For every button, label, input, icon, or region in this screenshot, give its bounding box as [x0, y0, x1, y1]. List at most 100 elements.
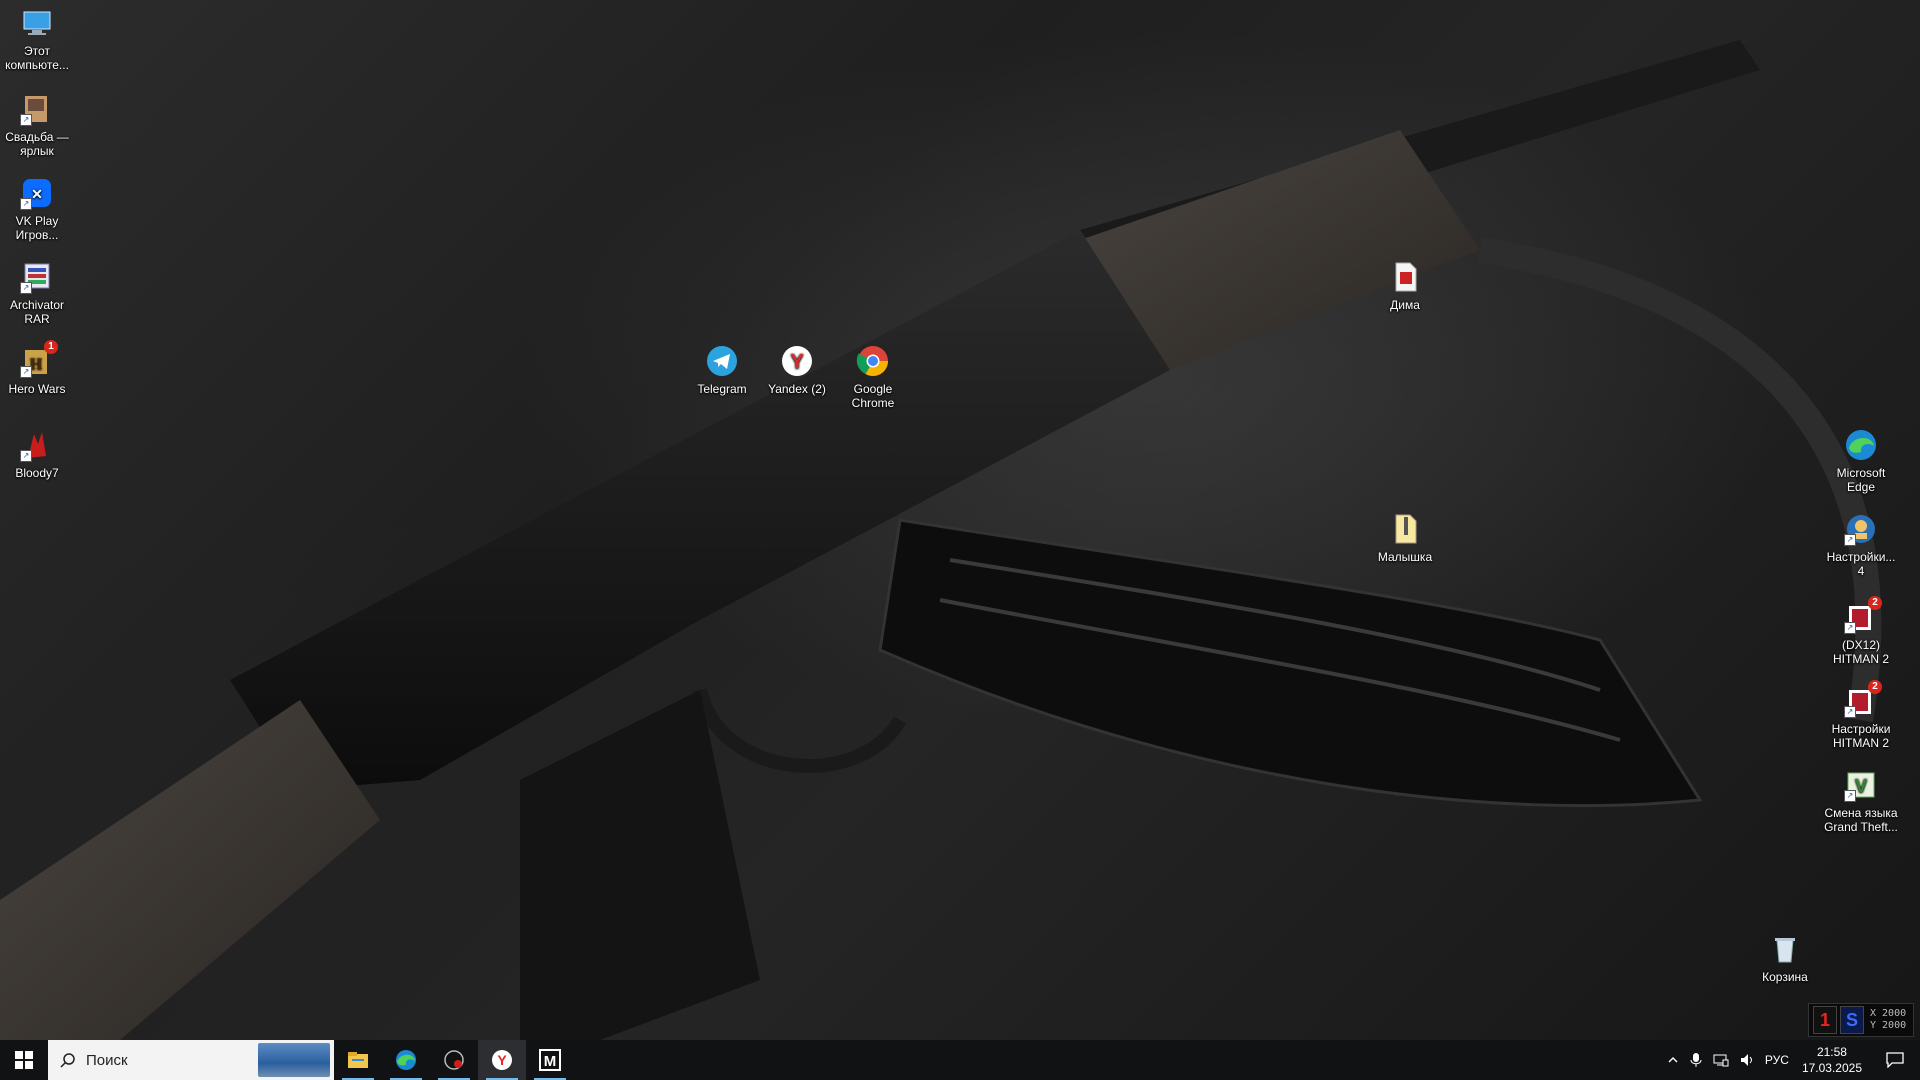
- desktop-icon-label: (DX12) HITMAN 2: [1832, 638, 1889, 666]
- desktop-icon-dima[interactable]: Дима: [1368, 260, 1442, 312]
- shortcut-arrow-icon: ↗: [20, 114, 32, 126]
- microphone-icon: [1690, 1053, 1702, 1067]
- widget-blue-mark: S: [1840, 1006, 1864, 1034]
- telegram-icon: [705, 344, 739, 378]
- desktop-icon-wedding-shortcut[interactable]: ↗ Свадьба — ярлык: [0, 92, 74, 158]
- desktop-icon-label: Дима: [1390, 298, 1420, 312]
- taskbar-file-explorer[interactable]: [334, 1040, 382, 1080]
- search-placeholder: Поиск: [86, 1051, 128, 1069]
- desktop-icon-label: Yandex (2): [768, 382, 826, 396]
- tray-microphone[interactable]: [1684, 1040, 1708, 1080]
- widget-y-readout: Y 2000: [1870, 1020, 1907, 1031]
- file-explorer-icon: [348, 1052, 368, 1068]
- shortcut-arrow-icon: ↗: [1844, 790, 1856, 802]
- shortcut-arrow-icon: ↗: [1844, 622, 1856, 634]
- hitman2-settings-icon: 2 ↗: [1844, 680, 1882, 718]
- svg-text:V: V: [1855, 776, 1867, 796]
- edge-icon: [396, 1050, 416, 1070]
- taskbar-edge[interactable]: [382, 1040, 430, 1080]
- desktop-icon-label: Google Chrome: [851, 382, 895, 410]
- folder-shortcut-icon: ↗: [20, 92, 54, 126]
- desktop-icon-label: Смена языка Grand Theft...: [1824, 806, 1898, 834]
- shortcut-arrow-icon: ↗: [1844, 534, 1856, 546]
- desktop-icon-label: Bloody7: [15, 466, 59, 480]
- this-pc-icon: [20, 6, 54, 40]
- desktop-icon-archivator-rar[interactable]: ↗ Archivator RAR: [0, 260, 74, 326]
- shortcut-arrow-icon: ↗: [20, 198, 32, 210]
- pdf-document-icon: [1388, 260, 1422, 294]
- notification-badge: 1: [44, 340, 58, 354]
- search-highlight-image: [258, 1043, 330, 1077]
- desktop-icon-label: Настройки HITMAN 2: [1831, 722, 1891, 750]
- desktop-icon-label: Telegram: [697, 382, 747, 396]
- desktop[interactable]: Этот компьюте... ↗ Свадьба — ярлык ✕ ↗ V…: [0, 0, 1920, 1080]
- clock-time: 21:58: [1816, 1045, 1847, 1059]
- yandex-browser-icon: Y: [492, 1050, 512, 1070]
- search-icon: [60, 1053, 75, 1068]
- fallout-settings-icon: ↗: [1844, 512, 1878, 546]
- winrar-icon: ↗: [20, 260, 54, 294]
- desktop-icon-settings-4[interactable]: ↗ Настройки... 4: [1824, 512, 1898, 578]
- tray-volume[interactable]: [1734, 1040, 1760, 1080]
- notification-center-icon: [1886, 1052, 1904, 1068]
- yandex-browser-icon: Y: [780, 344, 814, 378]
- desktop-icon-google-chrome[interactable]: Google Chrome: [836, 344, 910, 410]
- desktop-icon-hitman2-settings[interactable]: 2 ↗ Настройки HITMAN 2: [1824, 680, 1898, 750]
- desktop-icon-label: Корзина: [1762, 970, 1808, 984]
- chrome-icon: [856, 344, 890, 378]
- taskbar-bloody[interactable]: [430, 1040, 478, 1080]
- system-tray: РУС 21:58 17.03.2025: [1662, 1040, 1920, 1080]
- edge-icon: [1844, 428, 1878, 462]
- taskbar-yandex[interactable]: Y: [478, 1040, 526, 1080]
- taskbar: Поиск Y M РУС 21:58 17.03.2025: [0, 1040, 1920, 1080]
- desktop-icon-this-pc[interactable]: Этот компьюте...: [0, 6, 74, 72]
- desktop-icon-vk-play[interactable]: ✕ ↗ VK Play Игров...: [0, 176, 74, 242]
- widget-red-mark: 1: [1813, 1006, 1837, 1034]
- bloody7-icon: ↗: [20, 428, 54, 462]
- windows-logo-icon: [15, 1051, 33, 1069]
- tray-language[interactable]: РУС: [1760, 1040, 1794, 1080]
- svg-text:M: M: [544, 1053, 557, 1070]
- vk-play-icon: ✕ ↗: [20, 176, 54, 210]
- version-badge: 2: [1868, 596, 1882, 610]
- zip-archive-icon: [1388, 512, 1422, 546]
- widget-coords: X 2000 Y 2000: [1870, 1008, 1906, 1032]
- mouse-overlay-widget[interactable]: 1 S X 2000 Y 2000: [1808, 1003, 1914, 1037]
- tray-overflow-button[interactable]: [1662, 1040, 1684, 1080]
- desktop-icon-label: Малышка: [1377, 550, 1433, 564]
- desktop-icon-hitman2-dx12[interactable]: 2 ↗ (DX12) HITMAN 2: [1824, 596, 1898, 666]
- svg-text:Y: Y: [790, 351, 804, 373]
- desktop-icon-malyshka[interactable]: Малышка: [1368, 512, 1442, 564]
- shortcut-arrow-icon: ↗: [20, 450, 32, 462]
- hitman2-icon: 2 ↗: [1844, 596, 1882, 634]
- wallpaper-image: [0, 40, 1882, 1040]
- start-button[interactable]: [0, 1040, 48, 1080]
- desktop-icon-label: Hero Wars: [8, 382, 66, 396]
- bloody-app-icon: [444, 1050, 464, 1070]
- desktop-icon-label: Свадьба — ярлык: [5, 130, 69, 158]
- clock-date: 17.03.2025: [1801, 1061, 1862, 1075]
- desktop-icon-microsoft-edge[interactable]: Microsoft Edge: [1824, 428, 1898, 494]
- taskbar-m-app[interactable]: M: [526, 1040, 574, 1080]
- hero-wars-icon: H 1 ↗: [20, 340, 58, 378]
- desktop-icon-label: Настройки... 4: [1826, 550, 1896, 578]
- tray-notifications[interactable]: [1870, 1040, 1920, 1080]
- desktop-icon-label: Archivator RAR: [9, 298, 65, 326]
- desktop-icon-recycle-bin[interactable]: Корзина: [1748, 932, 1822, 984]
- desktop-icon-bloody7[interactable]: ↗ Bloody7: [0, 428, 74, 480]
- desktop-icon-gta-language[interactable]: V ↗ Смена языка Grand Theft...: [1824, 768, 1898, 834]
- desktop-icon-yandex[interactable]: Y Yandex (2): [760, 344, 834, 396]
- svg-text:✕: ✕: [31, 186, 43, 202]
- desktop-icon-telegram[interactable]: Telegram: [685, 344, 759, 396]
- version-badge: 2: [1868, 680, 1882, 694]
- shortcut-arrow-icon: ↗: [20, 366, 32, 378]
- search-input[interactable]: Поиск: [48, 1040, 334, 1080]
- chevron-up-icon: [1668, 1057, 1678, 1063]
- tray-clock[interactable]: 21:58 17.03.2025: [1794, 1040, 1870, 1080]
- recycle-bin-icon: [1768, 932, 1802, 966]
- network-icon: [1713, 1054, 1729, 1067]
- desktop-icon-hero-wars[interactable]: H 1 ↗ Hero Wars: [0, 340, 74, 396]
- tray-network[interactable]: [1708, 1040, 1734, 1080]
- svg-text:Y: Y: [497, 1052, 507, 1068]
- volume-icon: [1740, 1054, 1752, 1066]
